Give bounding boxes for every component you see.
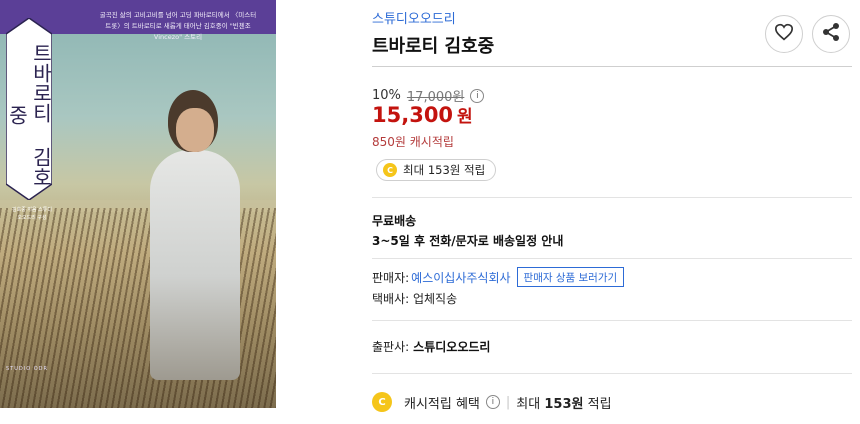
cash-earn-text: 850원 캐시적립 bbox=[372, 135, 454, 149]
info-icon[interactable]: i bbox=[470, 88, 485, 103]
courier-text: 택배사: 업체직송 bbox=[372, 292, 458, 306]
seller-products-button[interactable]: 판매자 상품 보러가기 bbox=[516, 267, 625, 287]
divider bbox=[372, 197, 852, 198]
share-icon bbox=[821, 22, 841, 46]
benefit-label: 캐시적립 혜택 bbox=[404, 396, 480, 412]
cash-benefit-row: C 캐시적립 혜택 i | 최대 153원 적립 bbox=[372, 391, 612, 413]
shipping-desc: 3~5일 후 전화/문자로 배송일정 안내 bbox=[372, 234, 564, 248]
cover-publisher-mark: STUDIO ODR bbox=[6, 366, 48, 372]
product-title: 트바로티 김호중 bbox=[372, 36, 495, 57]
publisher-row: 출판사: 스튜디오오드리 bbox=[372, 338, 490, 355]
cover-blurb: 굴곡진 삶의 고비고비를 넘어 고딩 파바로티에서 〈미스터트롯〉의 트바로티로… bbox=[99, 11, 257, 41]
cover-credits: 김호중 지음 스튜디오오드리 구성 bbox=[12, 207, 52, 221]
divider bbox=[372, 258, 852, 259]
cover-title-box: 트바로티 김호중 bbox=[5, 18, 53, 200]
heart-icon bbox=[774, 23, 794, 45]
benefit-amount: 153원 bbox=[544, 396, 584, 412]
info-icon[interactable]: i bbox=[485, 395, 500, 409]
sale-price: 15,300 원 bbox=[372, 103, 473, 127]
divider bbox=[372, 373, 852, 374]
cover-person bbox=[150, 150, 240, 380]
max-earn-badge[interactable]: C 최대 153원 적립 bbox=[376, 159, 497, 181]
publisher-name: 스튜디오오드리 bbox=[413, 340, 491, 354]
share-button[interactable] bbox=[812, 15, 850, 53]
cash-coin-icon: C bbox=[383, 163, 397, 177]
product-info-panel: 스튜디오오드리 트바로티 김호중 10% 17,000원 i 15,300 원 8… bbox=[372, 0, 854, 424]
seller-name-link[interactable]: 예스이십사주식회사 bbox=[411, 269, 510, 286]
discount-rate: 10% bbox=[372, 88, 401, 103]
brand-link[interactable]: 스튜디오오드리 bbox=[372, 8, 456, 27]
cash-coin-icon: C bbox=[372, 392, 392, 412]
divider bbox=[372, 320, 852, 321]
like-button[interactable] bbox=[765, 15, 803, 53]
benefit-suffix: 적립 bbox=[587, 396, 612, 412]
book-cover-image: 굴곡진 삶의 고비고비를 넘어 고딩 파바로티에서 〈미스터트롯〉의 트바로티로… bbox=[0, 0, 276, 408]
benefit-prefix: 최대 bbox=[516, 396, 541, 412]
max-earn-label: 최대 153원 적립 bbox=[403, 163, 486, 177]
seller-row: 판매자: 예스이십사주식회사 판매자 상품 보러가기 bbox=[372, 267, 625, 287]
publisher-label: 출판사: bbox=[372, 340, 410, 354]
separator: | bbox=[505, 394, 511, 410]
shipping-title: 무료배송 bbox=[372, 214, 417, 228]
seller-label: 판매자: bbox=[372, 270, 410, 285]
cover-title: 트바로티 김호중 bbox=[5, 43, 53, 187]
divider bbox=[372, 66, 852, 67]
